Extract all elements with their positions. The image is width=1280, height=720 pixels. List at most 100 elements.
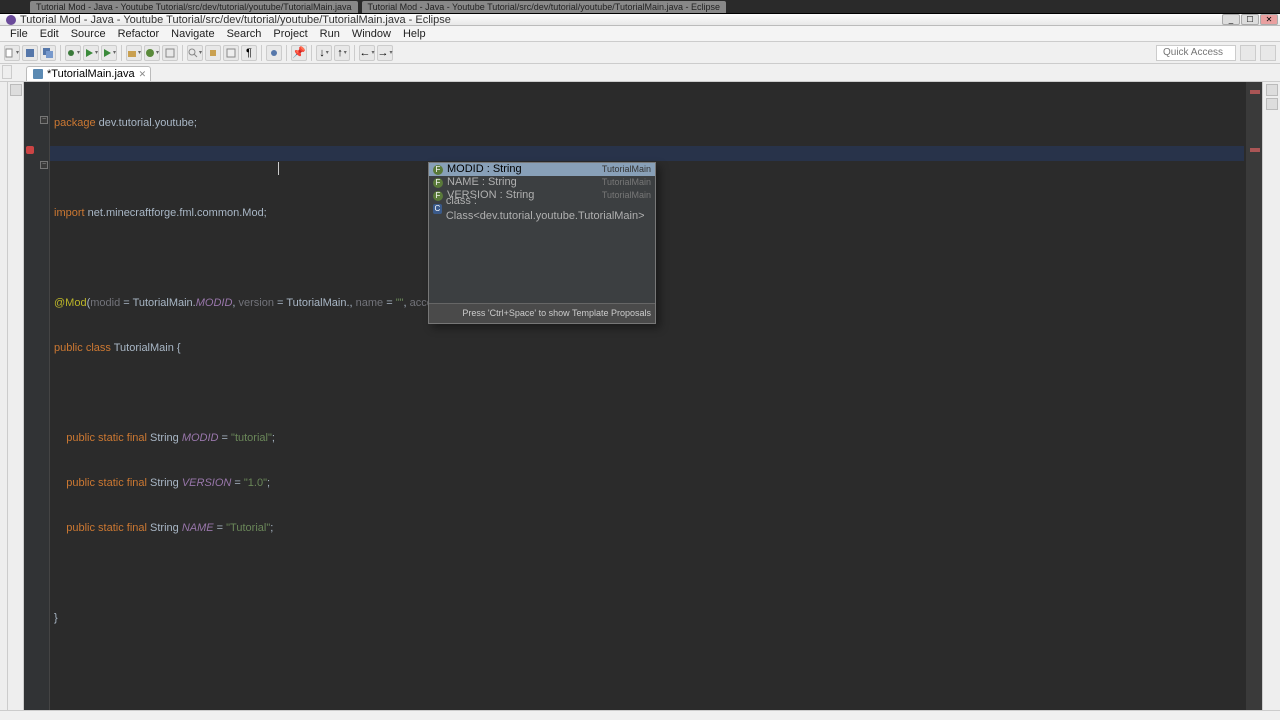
new-class-button[interactable] xyxy=(144,45,160,61)
field-icon: F xyxy=(433,191,443,201)
punc: = xyxy=(120,297,132,309)
string: "" xyxy=(396,297,404,309)
field-ref: MODID xyxy=(196,297,233,309)
window-title: Tutorial Mod - Java - Youtube Tutorial/s… xyxy=(2,14,451,26)
menu-project[interactable]: Project xyxy=(267,27,313,41)
minimized-views-right xyxy=(1262,82,1280,710)
content-assist-list[interactable]: F MODID : String TutorialMain F NAME : S… xyxy=(429,163,655,303)
content-assist-item[interactable]: C class : Class<dev.tutorial.youtube.Tut… xyxy=(429,202,655,215)
editor-tab-label: *TutorialMain.java xyxy=(47,68,135,80)
menu-run[interactable]: Run xyxy=(314,27,346,41)
save-all-button[interactable] xyxy=(40,45,56,61)
type: String xyxy=(150,432,179,444)
editor-tab-bar: *TutorialMain.java ✕ xyxy=(0,64,1280,82)
overview-error-marker[interactable] xyxy=(1250,148,1260,152)
eclipse-icon xyxy=(6,15,16,25)
class-name: TutorialMain xyxy=(114,342,174,354)
overview-error-marker[interactable] xyxy=(1250,90,1260,94)
punc: ; xyxy=(267,477,270,489)
keyword: public static final xyxy=(66,432,147,444)
menu-search[interactable]: Search xyxy=(221,27,268,41)
string: "Tutorial" xyxy=(226,522,270,534)
window-maximize-button[interactable]: ☐ xyxy=(1241,14,1259,25)
package-explorer-icon[interactable] xyxy=(10,84,22,96)
java-file-icon xyxy=(33,69,43,79)
os-tab[interactable]: Tutorial Mod - Java - Youtube Tutorial/s… xyxy=(30,1,358,13)
quick-access-input[interactable] xyxy=(1156,45,1236,61)
window-minimize-button[interactable]: _ xyxy=(1222,14,1240,25)
left-trim xyxy=(0,82,8,710)
keyword: public static final xyxy=(66,522,147,534)
open-type-button[interactable] xyxy=(162,45,178,61)
forward-button[interactable]: → xyxy=(377,45,393,61)
punc: } xyxy=(54,612,58,624)
skip-breakpoints-button[interactable] xyxy=(266,45,282,61)
menu-window[interactable]: Window xyxy=(346,27,397,41)
field-icon: F xyxy=(433,165,443,175)
os-browser-tabs: Tutorial Mod - Java - Youtube Tutorial/s… xyxy=(0,0,1280,14)
window-title-text: Tutorial Mod - Java - Youtube Tutorial/s… xyxy=(20,14,451,26)
punc: { xyxy=(174,342,181,354)
os-tab[interactable]: Tutorial Mod - Java - Youtube Tutorial/s… xyxy=(362,1,727,13)
fold-toggle-icon[interactable]: − xyxy=(40,161,48,169)
run-last-button[interactable] xyxy=(101,45,117,61)
menu-refactor[interactable]: Refactor xyxy=(112,27,166,41)
keyword: public static final xyxy=(66,477,147,489)
menu-help[interactable]: Help xyxy=(397,27,432,41)
error-marker-icon[interactable] xyxy=(26,146,34,154)
next-annotation-button[interactable]: ↓ xyxy=(316,45,332,61)
field: MODID xyxy=(182,432,219,444)
show-whitespace-button[interactable]: ¶ xyxy=(241,45,257,61)
param: modid xyxy=(90,297,120,309)
menu-file[interactable]: File xyxy=(4,27,34,41)
java-perspective-button[interactable] xyxy=(1260,45,1276,61)
param: name xyxy=(356,297,384,309)
outline-view-icon[interactable] xyxy=(1266,84,1278,96)
close-tab-icon[interactable]: ✕ xyxy=(139,69,147,80)
content-assist-footer: Press 'Ctrl+Space' to show Template Prop… xyxy=(429,303,655,323)
window-title-bar: Tutorial Mod - Java - Youtube Tutorial/s… xyxy=(0,14,1280,26)
code-text: net.minecraftforge.fml.common.Mod; xyxy=(85,207,267,219)
annotation: @Mod xyxy=(54,297,87,309)
run-button[interactable] xyxy=(83,45,99,61)
punc: = xyxy=(214,522,227,534)
menu-edit[interactable]: Edit xyxy=(34,27,65,41)
back-button[interactable]: ← xyxy=(359,45,375,61)
main-toolbar: ¶ 📌 ↓ ↑ ← → xyxy=(0,42,1280,64)
keyword: class xyxy=(86,342,111,354)
punc: = xyxy=(219,432,232,444)
overview-ruler[interactable] xyxy=(1246,82,1262,710)
keyword: package xyxy=(54,117,96,129)
main-area: − − package dev.tutorial.youtube; import… xyxy=(0,82,1280,710)
new-button[interactable] xyxy=(4,45,20,61)
code-editor[interactable]: − − package dev.tutorial.youtube; import… xyxy=(24,82,1262,710)
pin-editor-button[interactable]: 📌 xyxy=(291,45,307,61)
type: String xyxy=(150,522,179,534)
vertical-ruler[interactable]: − − xyxy=(24,82,50,710)
type: String xyxy=(150,477,179,489)
type-ref: TutorialMain. xyxy=(286,297,349,309)
editor-tab-tutorialmain[interactable]: *TutorialMain.java ✕ xyxy=(26,66,151,81)
content-assist-popup[interactable]: F MODID : String TutorialMain F NAME : S… xyxy=(428,162,656,324)
open-perspective-button[interactable] xyxy=(1240,45,1256,61)
toggle-block-button[interactable] xyxy=(223,45,239,61)
punc: = xyxy=(231,477,244,489)
menu-source[interactable]: Source xyxy=(65,27,112,41)
string: "tutorial" xyxy=(231,432,272,444)
task-list-icon[interactable] xyxy=(1266,98,1278,110)
punc: ; xyxy=(272,432,275,444)
punc: ; xyxy=(270,522,273,534)
string: "1.0" xyxy=(244,477,267,489)
toggle-mark-button[interactable] xyxy=(205,45,221,61)
status-bar xyxy=(0,710,1280,720)
fold-toggle-icon[interactable]: − xyxy=(40,116,48,124)
save-button[interactable] xyxy=(22,45,38,61)
debug-button[interactable] xyxy=(65,45,81,61)
new-package-button[interactable] xyxy=(126,45,142,61)
restore-view-button[interactable] xyxy=(2,65,12,79)
text-caret xyxy=(278,162,279,175)
search-button[interactable] xyxy=(187,45,203,61)
window-close-button[interactable]: ✕ xyxy=(1260,14,1278,25)
prev-annotation-button[interactable]: ↑ xyxy=(334,45,350,61)
menu-navigate[interactable]: Navigate xyxy=(165,27,220,41)
